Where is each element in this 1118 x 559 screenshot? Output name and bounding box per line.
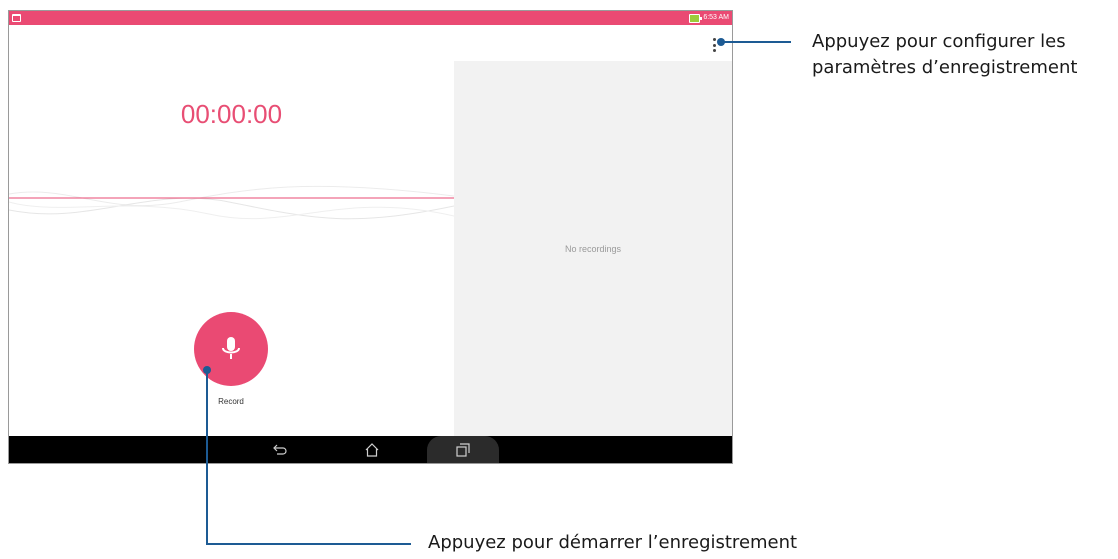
no-recordings-label: No recordings [564,244,622,254]
recording-timer: 00:00:00 [180,99,283,129]
status-time: 6:53 AM [703,14,729,21]
record-callout-text: Appuyez pour démarrer l’enregistrement [428,532,798,553]
battery-charging-icon [689,13,703,23]
tablet-screen: 6:53 AM 00:00:00 No recordings Record [8,10,733,464]
more-vertical-icon[interactable] [711,38,717,52]
settings-callout-text: Appuyez pour configurer les paramètres d… [812,29,1077,81]
notification-icon [12,14,21,22]
recent-apps-icon[interactable] [427,436,499,463]
waveform [9,185,454,220]
record-callout-horizontal [206,543,411,545]
settings-callout-line2: paramètres d’enregistrement [812,57,1078,78]
settings-callout-line [721,41,791,43]
settings-callout-line1: Appuyez pour configurer les [812,31,1066,52]
status-right: 6:53 AM [689,11,729,25]
status-bar: 6:53 AM [9,11,732,25]
navigation-bar [9,436,732,463]
record-callout-vertical [206,370,208,545]
back-icon[interactable] [265,436,295,463]
recordings-panel: No recordings [454,61,732,436]
microphone-icon [222,337,240,359]
home-icon[interactable] [357,436,387,463]
